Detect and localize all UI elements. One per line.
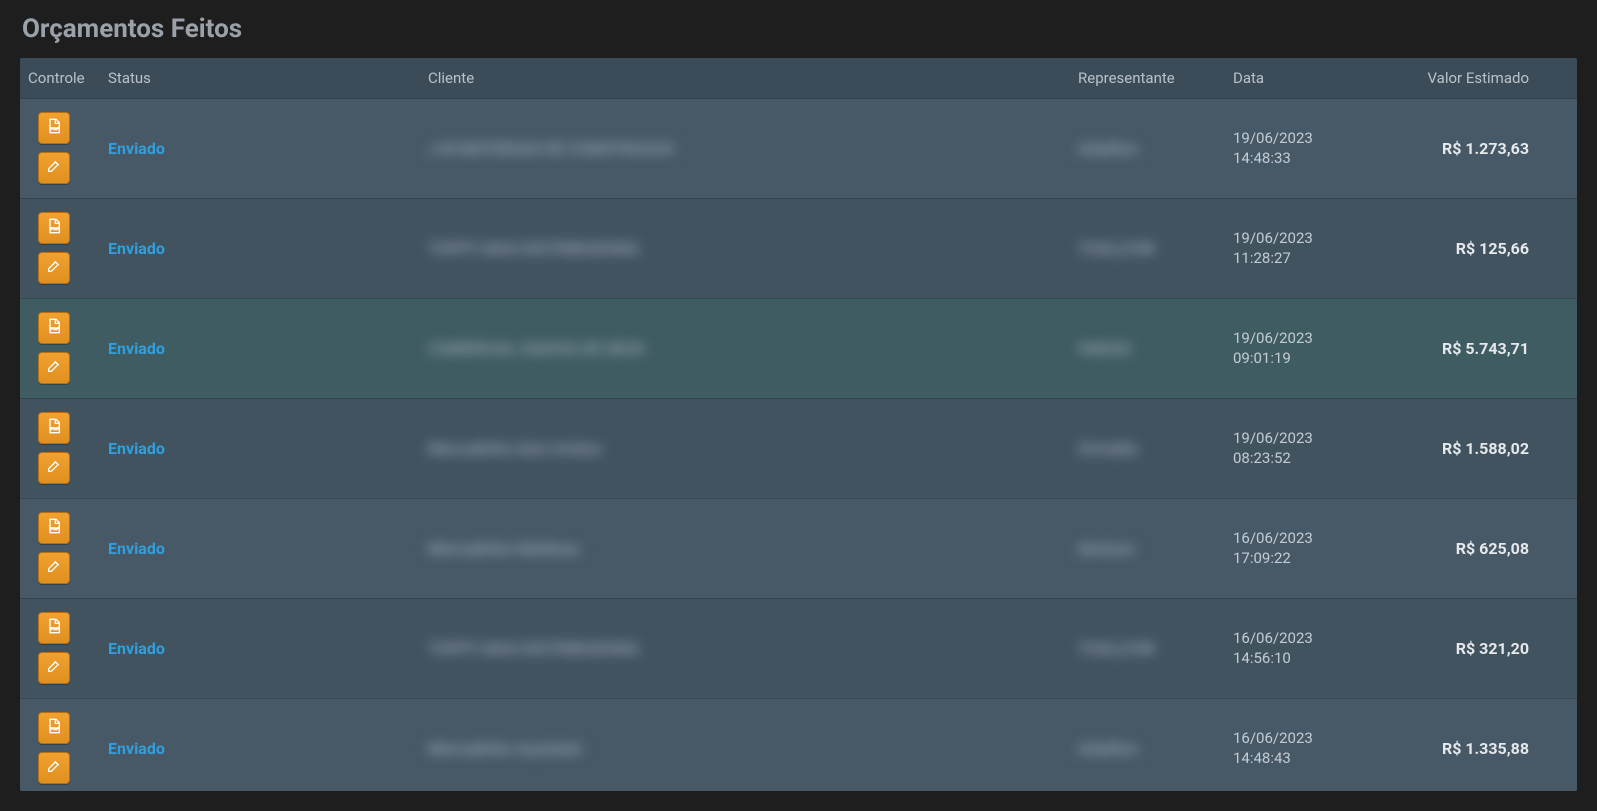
svg-text:PDF: PDF [51, 526, 60, 531]
data-cell: 16/06/2023 14:48:43 [1225, 728, 1385, 769]
valor-cell: R$ 1.273,63 [1442, 139, 1529, 158]
valor-cell: R$ 625,08 [1456, 539, 1529, 558]
valor-cell: R$ 321,20 [1456, 639, 1529, 658]
table-row: PDF Enviado Mercadinho Matheus denison 1… [20, 498, 1577, 598]
edit-button[interactable] [38, 152, 70, 184]
representante-cell: Orivaldo [1078, 439, 1138, 458]
edit-icon [46, 758, 62, 778]
svg-text:PDF: PDF [51, 426, 60, 431]
edit-icon [46, 558, 62, 578]
pdf-button[interactable]: PDF [38, 212, 70, 244]
table-body: PDF Enviado J M MATERIAIS DE CONSTRUCAO … [20, 99, 1577, 791]
cliente-cell: J M MATERIAIS DE CONSTRUCAO [428, 139, 674, 158]
pdf-icon: PDF [46, 518, 62, 538]
table-row: PDF Enviado J M MATERIAIS DE CONSTRUCAO … [20, 99, 1577, 198]
valor-cell: R$ 1.588,02 [1442, 439, 1529, 458]
representante-cell: denison [1078, 539, 1135, 558]
cliente-cell: Mercadinho Açutubal [428, 739, 581, 758]
pdf-icon: PDF [46, 618, 62, 638]
quotes-table: Controle Status Cliente Representante Da… [20, 58, 1577, 791]
pdf-button[interactable]: PDF [38, 612, 70, 644]
pdf-button[interactable]: PDF [38, 512, 70, 544]
pdf-icon: PDF [46, 718, 62, 738]
status-badge: Enviado [108, 239, 165, 258]
pdf-button[interactable]: PDF [38, 312, 70, 344]
col-header-cliente: Cliente [420, 69, 1070, 87]
pdf-icon: PDF [46, 418, 62, 438]
pdf-icon: PDF [46, 318, 62, 338]
data-cell: 19/06/2023 14:48:33 [1225, 128, 1385, 169]
data-cell: 16/06/2023 14:56:10 [1225, 628, 1385, 669]
status-badge: Enviado [108, 539, 165, 558]
cliente-cell: COMERCIAL DADIVA DE DEUS [428, 339, 645, 358]
svg-text:PDF: PDF [51, 226, 60, 231]
edit-button[interactable] [38, 752, 70, 784]
table-row: PDF Enviado TOPPY MAX DISTRIBUIDORA THAL… [20, 598, 1577, 698]
valor-cell: R$ 5.743,71 [1442, 339, 1529, 358]
pdf-button[interactable]: PDF [38, 412, 70, 444]
table-row: PDF Enviado Mercadinho dois Irmãos Oriva… [20, 398, 1577, 498]
data-cell: 19/06/2023 08:23:52 [1225, 428, 1385, 469]
valor-cell: R$ 1.335,88 [1442, 739, 1529, 758]
page-title: Orçamentos Feitos [22, 14, 1577, 44]
table-row: PDF Enviado COMERCIAL DADIVA DE DEUS FAR… [20, 298, 1577, 398]
table-row: PDF Enviado TOPPY MAX DISTRIBUIDORA THAL… [20, 198, 1577, 298]
svg-text:PDF: PDF [51, 626, 60, 631]
col-header-representante: Representante [1070, 69, 1225, 87]
svg-text:PDF: PDF [51, 326, 60, 331]
edit-icon [46, 358, 62, 378]
svg-text:PDF: PDF [51, 726, 60, 731]
status-badge: Enviado [108, 339, 165, 358]
representante-cell: Adailton [1078, 139, 1138, 158]
pdf-icon: PDF [46, 118, 62, 138]
col-header-controle: Controle [20, 69, 100, 87]
table-row: PDF Enviado Mercadinho Açutubal Adailton… [20, 698, 1577, 791]
cliente-cell: TOPPY MAX DISTRIBUIDORA [428, 639, 639, 658]
valor-cell: R$ 125,66 [1456, 239, 1529, 258]
edit-button[interactable] [38, 452, 70, 484]
representante-cell: THALLYSR [1078, 639, 1155, 658]
edit-button[interactable] [38, 652, 70, 684]
status-badge: Enviado [108, 639, 165, 658]
edit-button[interactable] [38, 352, 70, 384]
svg-text:PDF: PDF [51, 126, 60, 131]
pdf-button[interactable]: PDF [38, 112, 70, 144]
col-header-valor: Valor Estimado [1385, 69, 1555, 87]
representante-cell: Adailton [1078, 739, 1138, 758]
edit-icon [46, 258, 62, 278]
cliente-cell: Mercadinho Matheus [428, 539, 580, 558]
status-badge: Enviado [108, 739, 165, 758]
edit-icon [46, 158, 62, 178]
edit-button[interactable] [38, 552, 70, 584]
data-cell: 19/06/2023 09:01:19 [1225, 328, 1385, 369]
col-header-data: Data [1225, 69, 1385, 87]
data-cell: 19/06/2023 11:28:27 [1225, 228, 1385, 269]
edit-icon [46, 458, 62, 478]
representante-cell: THALLYSR [1078, 239, 1155, 258]
status-badge: Enviado [108, 439, 165, 458]
status-badge: Enviado [108, 139, 165, 158]
table-header: Controle Status Cliente Representante Da… [20, 58, 1577, 99]
data-cell: 16/06/2023 17:09:22 [1225, 528, 1385, 569]
pdf-icon: PDF [46, 218, 62, 238]
cliente-cell: Mercadinho dois Irmãos [428, 439, 602, 458]
pdf-button[interactable]: PDF [38, 712, 70, 744]
edit-button[interactable] [38, 252, 70, 284]
col-header-status: Status [100, 69, 420, 87]
edit-icon [46, 658, 62, 678]
cliente-cell: TOPPY MAX DISTRIBUIDORA [428, 239, 639, 258]
representante-cell: FARIAS [1078, 339, 1131, 358]
